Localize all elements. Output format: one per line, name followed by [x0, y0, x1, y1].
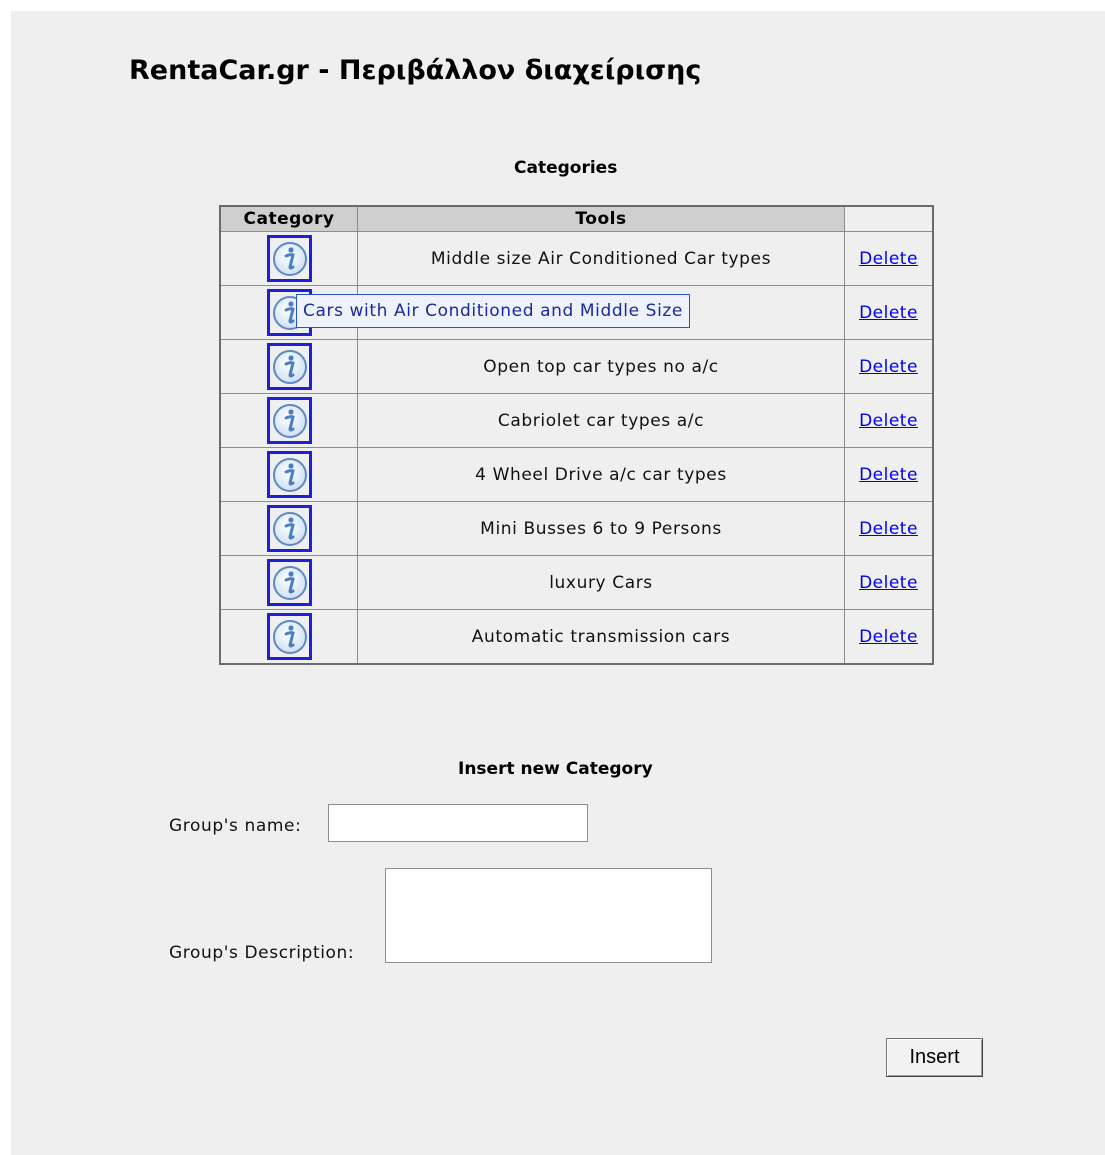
info-icon[interactable] — [266, 559, 312, 606]
delete-link[interactable]: Delete — [859, 357, 918, 377]
group-name-label: Group's name: — [169, 816, 302, 836]
description-cell: Cabriolet car types a/c — [357, 393, 845, 448]
info-icon[interactable] — [266, 613, 312, 660]
category-cell — [220, 447, 358, 502]
info-icon[interactable] — [266, 451, 312, 498]
delete-link[interactable]: Delete — [859, 303, 918, 323]
description-cell: Middle size Air Conditioned Car types — [357, 231, 845, 286]
info-icon[interactable] — [266, 397, 312, 444]
category-cell — [220, 555, 358, 610]
page-title: RentaCar.gr - Περιβάλλον διαχείρισης — [129, 55, 702, 86]
category-cell — [220, 339, 358, 394]
delete-link[interactable]: Delete — [859, 573, 918, 593]
description-cell: luxury Cars — [357, 555, 845, 610]
category-cell — [220, 501, 358, 556]
delete-cell: Delete — [844, 447, 933, 502]
description-cell: Open top car types no a/c — [357, 339, 845, 394]
group-name-input[interactable] — [328, 804, 588, 842]
table-row: Automatic transmission cars Delete — [220, 609, 934, 665]
table-row: Middle size Air Conditioned Car types De… — [220, 231, 933, 286]
info-icon[interactable] — [266, 505, 312, 552]
insert-title: Insert new Category — [458, 759, 653, 779]
delete-link[interactable]: Delete — [859, 411, 918, 431]
category-description: Open top car types no a/c — [483, 356, 719, 377]
delete-cell: Delete — [844, 555, 933, 610]
category-description: luxury Cars — [549, 572, 653, 593]
category-description: 4 Wheel Drive a/c car types — [475, 464, 727, 485]
description-cell: Mini Busses 6 to 9 Persons — [357, 501, 845, 556]
header-blank — [844, 206, 933, 232]
page-background: RentaCar.gr - Περιβάλλον διαχείρισης Cat… — [11, 11, 1105, 1155]
category-description: Cabriolet car types a/c — [497, 410, 705, 431]
categories-title: Categories — [514, 158, 618, 178]
group-description-label: Group's Description: — [169, 943, 355, 963]
info-icon[interactable] — [266, 343, 312, 390]
table-row: Cabriolet car types a/c Delete — [220, 393, 933, 448]
table-header-row: Category Tools — [220, 206, 933, 232]
delete-cell: Delete — [844, 501, 933, 556]
delete-cell: Delete — [844, 285, 933, 340]
header-tools: Tools — [357, 206, 845, 232]
category-description: Middle size Air Conditioned Car types — [430, 248, 772, 269]
insert-button[interactable]: Insert — [886, 1038, 983, 1077]
description-cell: Automatic transmission cars — [357, 609, 845, 664]
category-cell — [220, 609, 358, 664]
header-category: Category — [220, 206, 358, 232]
category-description: Automatic transmission cars — [471, 626, 731, 647]
delete-link[interactable]: Delete — [859, 249, 918, 269]
category-cell — [220, 393, 358, 448]
table-row: Open top car types no a/c Delete — [220, 339, 933, 394]
category-description: Mini Busses 6 to 9 Persons — [480, 518, 722, 539]
description-cell: 4 Wheel Drive a/c car types — [357, 447, 845, 502]
delete-cell: Delete — [845, 610, 934, 665]
category-cell — [220, 231, 358, 286]
delete-cell: Delete — [844, 393, 933, 448]
delete-cell: Delete — [844, 231, 933, 286]
delete-link[interactable]: Delete — [859, 465, 918, 485]
info-icon[interactable] — [266, 235, 312, 282]
categories-table: Category Tools Middle size Air Condition… — [219, 205, 934, 665]
table-row: 4 Wheel Drive a/c car types Delete — [220, 447, 933, 502]
group-description-input[interactable] — [385, 868, 712, 963]
table-row: luxury Cars Delete — [220, 555, 933, 610]
delete-link[interactable]: Delete — [859, 519, 918, 539]
delete-cell: Delete — [844, 339, 933, 394]
tooltip: Cars with Air Conditioned and Middle Siz… — [296, 294, 690, 328]
table-row: Mini Busses 6 to 9 Persons Delete — [220, 501, 933, 556]
delete-link[interactable]: Delete — [859, 627, 918, 647]
